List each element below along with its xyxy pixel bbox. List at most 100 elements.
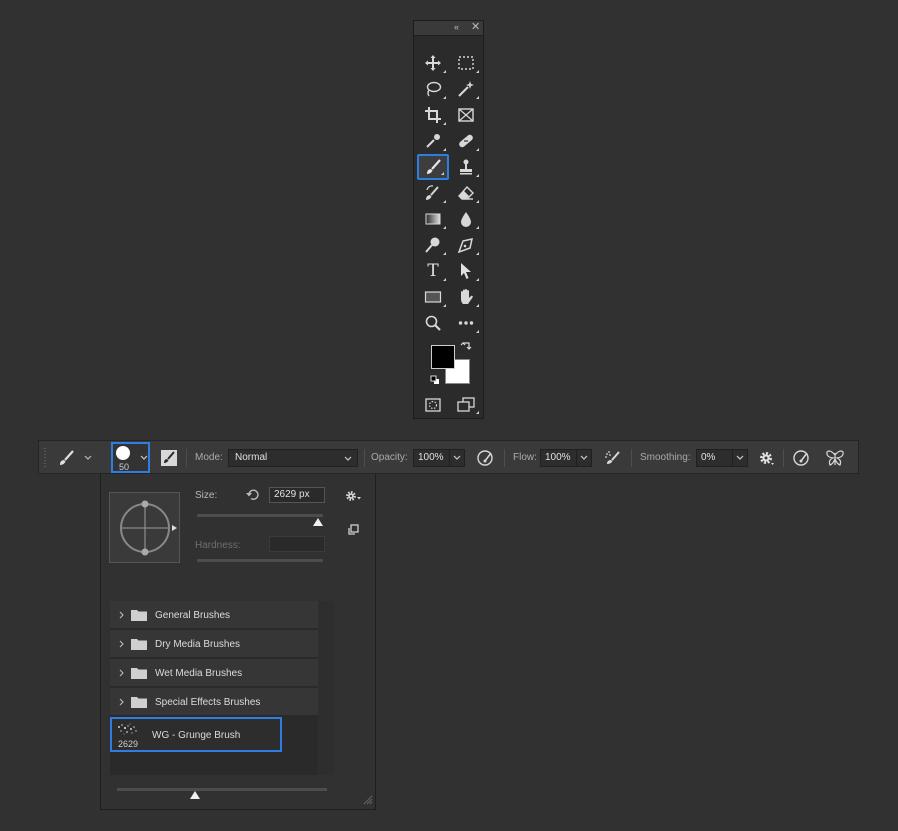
smoothing-label: Smoothing: [640, 452, 691, 463]
symmetry-butterfly-icon[interactable] [825, 449, 845, 467]
brush-icon [60, 450, 74, 465]
more-icon [458, 321, 474, 325]
dodge-tool[interactable] [417, 232, 449, 258]
flow-slider-toggle[interactable] [576, 449, 592, 467]
default-colors-icon[interactable] [430, 375, 440, 385]
chevron-right-icon[interactable] [119, 669, 124, 677]
hand-tool[interactable] [450, 284, 482, 310]
gradient-icon [425, 213, 441, 225]
size-slider[interactable] [197, 514, 323, 517]
brush-name: WG - Grunge Brush [152, 730, 241, 741]
frame-tool[interactable] [450, 102, 482, 128]
zoom-tool[interactable] [417, 310, 449, 336]
brush-tool[interactable] [417, 154, 449, 180]
brush-angle-preview[interactable] [109, 492, 180, 563]
path-selection-tool[interactable] [450, 258, 482, 284]
pressure-size-icon[interactable] [792, 449, 810, 467]
list-item[interactable]: Wet Media Brushes [110, 659, 318, 687]
opacity-label: Opacity: [371, 452, 408, 463]
magic-wand-icon [458, 81, 474, 97]
magic-wand-tool[interactable] [450, 76, 482, 102]
rectangular-marquee-tool[interactable] [450, 50, 482, 76]
opacity-field[interactable]: 100% [413, 449, 450, 467]
gear-icon[interactable] [757, 449, 775, 467]
size-input[interactable]: 2629 px [269, 487, 325, 503]
edit-toolbar[interactable] [450, 310, 482, 336]
eyedropper-tool[interactable] [417, 128, 449, 154]
flow-field[interactable]: 100% [540, 449, 577, 467]
opacity-value: 100% [418, 452, 444, 463]
reset-icon[interactable] [246, 488, 260, 501]
flow-value: 100% [545, 452, 571, 463]
lasso-icon [426, 81, 442, 97]
folder-label: Wet Media Brushes [155, 668, 243, 679]
drop-icon [461, 212, 471, 227]
blur-tool[interactable] [450, 206, 482, 232]
grip-icon[interactable] [43, 447, 47, 469]
healing-brush-tool[interactable] [450, 128, 482, 154]
tools-panel: « ✕ T [413, 20, 484, 419]
tool-preset-picker[interactable] [57, 448, 97, 468]
selected-brush-preset[interactable]: 2629 WG - Grunge Brush [110, 717, 282, 752]
rectangle-tool[interactable] [417, 284, 449, 310]
size-slider-thumb[interactable] [313, 518, 323, 526]
hardness-input[interactable] [269, 536, 325, 552]
eraser-tool[interactable] [450, 180, 482, 206]
chevron-right-icon[interactable] [119, 640, 124, 648]
screen-mode-button[interactable] [450, 393, 482, 417]
smoothing-slider-toggle[interactable] [732, 449, 748, 467]
resize-grip-icon[interactable] [363, 795, 373, 805]
type-icon: T [427, 261, 439, 281]
collapse-icon[interactable]: « [454, 23, 459, 32]
preview-size-slider-thumb[interactable] [189, 791, 200, 799]
brush-preset-picker[interactable]: 50 [111, 442, 150, 473]
brush-settings-icon [161, 450, 177, 466]
crop-tool[interactable] [417, 102, 449, 128]
move-tool[interactable] [417, 50, 449, 76]
list-item[interactable]: General Brushes [110, 601, 318, 629]
rectangle-icon [424, 291, 442, 303]
quick-mask-button[interactable] [417, 393, 449, 417]
foreground-color-swatch[interactable] [431, 345, 455, 369]
chevron-down-icon [736, 455, 744, 460]
quick-mask-icon [425, 398, 441, 412]
hardness-slider[interactable] [197, 559, 323, 562]
mode-value: Normal [235, 452, 268, 463]
chevron-down-icon [344, 456, 352, 461]
size-label: Size: [195, 490, 218, 501]
eyedropper-icon [426, 134, 440, 148]
opacity-slider-toggle[interactable] [449, 449, 465, 467]
history-brush-tool[interactable] [417, 180, 449, 206]
marquee-icon [458, 56, 474, 70]
pen-tool[interactable] [450, 232, 482, 258]
brush-settings-toggle[interactable] [158, 448, 180, 468]
list-scrollbar[interactable] [318, 601, 334, 775]
gear-icon[interactable] [345, 489, 363, 503]
folder-icon [131, 668, 147, 679]
new-preset-icon[interactable] [347, 524, 359, 536]
close-icon[interactable]: ✕ [471, 22, 480, 33]
smoothing-field[interactable]: 0% [696, 449, 733, 467]
swap-colors-icon[interactable] [460, 341, 472, 353]
brush-size-label: 50 [119, 462, 130, 472]
airbrush-icon[interactable] [604, 449, 622, 467]
list-item[interactable]: Dry Media Brushes [110, 630, 318, 658]
gradient-tool[interactable] [417, 206, 449, 232]
chevron-right-icon[interactable] [119, 611, 124, 619]
brush-tip-preview [116, 446, 130, 460]
crop-icon [425, 107, 441, 123]
folder-icon [131, 610, 147, 621]
type-tool[interactable]: T [417, 258, 449, 284]
preview-size-slider[interactable] [117, 788, 327, 791]
tools-panel-header[interactable]: « ✕ [414, 21, 483, 36]
mode-select[interactable]: Normal [228, 449, 358, 467]
chevron-right-icon[interactable] [119, 698, 124, 706]
lasso-tool[interactable] [417, 76, 449, 102]
hand-icon [461, 289, 473, 304]
chevron-down-icon [580, 455, 588, 460]
stamp-icon [460, 159, 472, 175]
smoothing-value: 0% [701, 452, 716, 463]
clone-stamp-tool[interactable] [450, 154, 482, 180]
list-item[interactable]: Special Effects Brushes [110, 688, 318, 716]
pressure-opacity-icon[interactable] [476, 449, 494, 467]
